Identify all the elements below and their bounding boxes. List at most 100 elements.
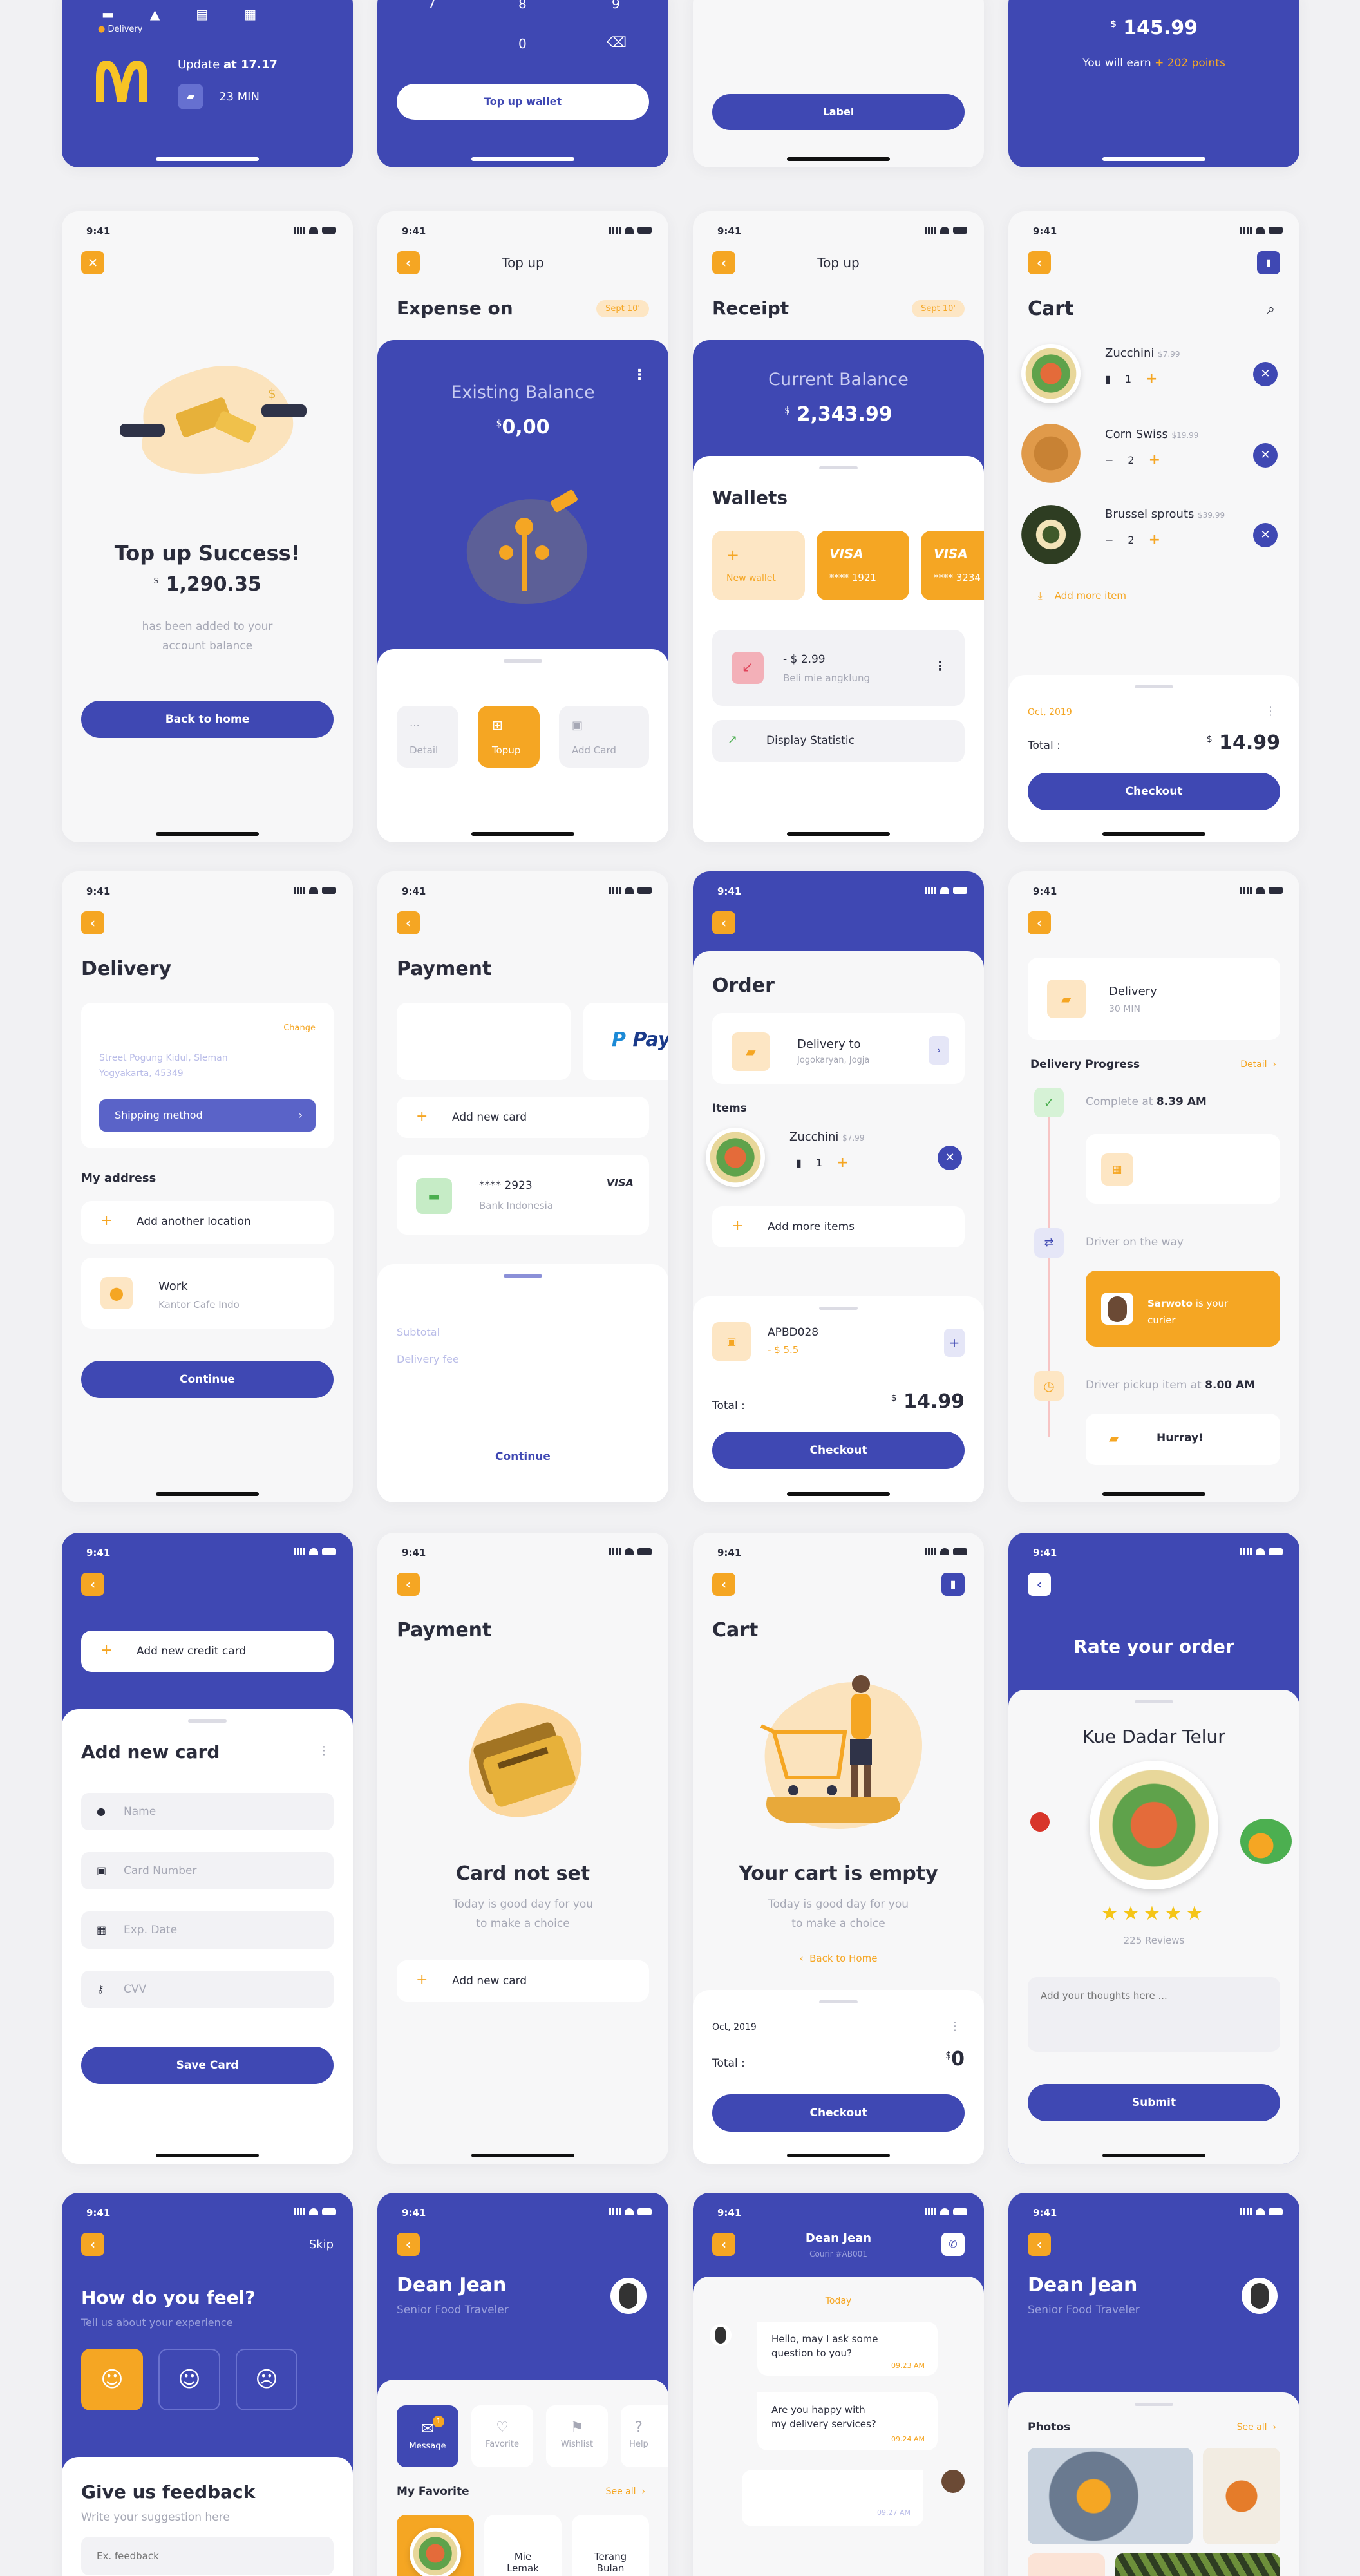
add-more-item-link[interactable]: ⤓ Add more item (1038, 590, 1126, 601)
topup-wallet-button[interactable]: Top up wallet (397, 84, 649, 120)
back-button[interactable]: ‹ (397, 1573, 420, 1596)
continue-button[interactable]: Continue (397, 1438, 649, 1475)
sad-face-button[interactable]: ☹ (236, 2349, 298, 2410)
backspace-icon[interactable]: ⌫ (607, 35, 627, 51)
back-home-button[interactable]: Back to home (81, 701, 334, 738)
avatar[interactable] (1242, 2278, 1278, 2314)
back-button[interactable]: ‹ (81, 911, 104, 934)
sheet-handle[interactable] (504, 659, 542, 663)
transaction-item[interactable]: ↙ - $ 2.99 Beli mie angklung ⋮ (712, 630, 965, 706)
ship-icon[interactable]: ▲ (150, 6, 160, 22)
sheet-handle[interactable] (504, 1274, 542, 1278)
photo-1[interactable] (1028, 2448, 1193, 2544)
qty-stepper[interactable]: ▮ 1 + (796, 1155, 848, 1171)
wallet-card-1921[interactable]: VISA **** 1921 (817, 531, 909, 600)
action-detail[interactable]: ⋯ Detail (397, 706, 458, 768)
remove-button[interactable]: ✕ (1253, 443, 1278, 468)
see-all-link[interactable]: See all › (606, 2486, 645, 2497)
phone-icon[interactable]: ✆ (941, 2233, 965, 2256)
back-button[interactable]: ‹ (1028, 251, 1051, 274)
more-icon[interactable]: ⋮ (634, 1294, 645, 1307)
add-more-items-button[interactable]: + Add more items (712, 1206, 965, 1247)
add-credit-card-button[interactable]: + Add new credit card (81, 1631, 334, 1672)
sheet-handle[interactable] (188, 1719, 227, 1723)
wallet-card-3234[interactable]: VISA **** 3234 (921, 531, 984, 600)
checkout-button[interactable]: Checkout (1028, 773, 1280, 810)
checkout-button[interactable]: Checkout (712, 2094, 965, 2132)
avatar[interactable] (610, 2278, 647, 2314)
back-button[interactable]: ‹ (1028, 2233, 1051, 2256)
exp-date-field[interactable]: ▦ Exp. Date (81, 1911, 334, 1949)
add-card-button[interactable]: + Add new card (397, 1960, 649, 2002)
trash-icon[interactable]: ▮ (1105, 373, 1111, 385)
bank-card[interactable]: ▬ **** 2923 Bank Indonesia VISA (397, 1155, 649, 1235)
back-button[interactable]: ‹ (712, 911, 735, 934)
detail-link[interactable]: Detail › (1240, 1059, 1276, 1070)
back-button[interactable]: ‹ (397, 2233, 420, 2256)
credit-card-2203[interactable]: **** **** 2203 09 / 20 VISA (397, 1003, 571, 1080)
clipboard-icon[interactable]: ▦ (244, 6, 256, 22)
card-number-field[interactable]: ▣ Card Number (81, 1852, 334, 1889)
sheet-handle[interactable] (1135, 1700, 1173, 1703)
minus-icon[interactable]: − (1105, 534, 1113, 546)
save-card-button[interactable]: Save Card (81, 2047, 334, 2084)
search-icon[interactable]: ⌕ (1267, 301, 1275, 317)
name-field[interactable]: ● Name (81, 1793, 334, 1830)
minus-icon[interactable]: − (1105, 454, 1113, 466)
favorite-terang-bulan[interactable]: Terang Bulan (572, 2515, 649, 2576)
back-button[interactable]: ‹ (1028, 1573, 1051, 1596)
key-9[interactable]: 9 (612, 0, 620, 12)
qty-stepper[interactable]: − 2 + (1105, 452, 1160, 468)
add-location-button[interactable]: + Add another location (81, 1201, 334, 1244)
remove-button[interactable]: ✕ (1253, 362, 1278, 386)
submit-button[interactable]: Submit (1028, 2084, 1280, 2121)
continue-button[interactable]: Continue (81, 1361, 334, 1398)
more-icon[interactable]: ⋮ (318, 1744, 330, 1757)
cvv-field[interactable]: ⚷ CVV (81, 1971, 334, 2008)
truck-icon[interactable]: ▬ (102, 6, 114, 22)
sheet-handle[interactable] (819, 2000, 858, 2003)
back-button[interactable]: ‹ (81, 1573, 104, 1596)
star-icon[interactable]: ★ (1164, 1902, 1185, 1925)
tab-favorite[interactable]: ♡ Favorite (471, 2405, 533, 2467)
new-wallet-card[interactable]: + New wallet (712, 531, 805, 600)
more-icon[interactable]: ⋮ (1265, 705, 1276, 718)
back-button[interactable]: ‹ (81, 2233, 104, 2256)
star-icon[interactable]: ★ (1101, 1902, 1122, 1925)
see-all-link[interactable]: See all › (1237, 2422, 1276, 2432)
review-input[interactable] (1028, 1977, 1280, 2052)
plus-icon[interactable]: + (944, 1329, 965, 1357)
checkout-button[interactable]: Checkout (712, 1432, 965, 1469)
plus-icon[interactable]: + (1149, 532, 1160, 548)
add-card-button[interactable]: + Add new card (397, 1097, 649, 1138)
qty-stepper[interactable]: ▮ 1 + (1105, 371, 1157, 387)
happy-face-button[interactable]: ☺ (81, 2349, 143, 2410)
action-add-card[interactable]: ▣ Add Card (559, 706, 649, 768)
close-button[interactable]: ✕ (81, 251, 104, 274)
more-icon[interactable]: ⋮ (632, 367, 647, 383)
box-icon[interactable]: ▤ (196, 6, 208, 22)
change-link[interactable]: Change (283, 1023, 316, 1033)
photo-2[interactable] (1203, 2448, 1280, 2544)
feedback-input[interactable] (81, 2537, 334, 2575)
key-0[interactable]: 0 (518, 36, 527, 52)
sheet-handle[interactable] (1135, 2403, 1173, 2406)
star-icon[interactable]: ★ (1144, 1902, 1165, 1925)
plus-icon[interactable]: + (1146, 371, 1157, 387)
star-icon[interactable]: ★ (1122, 1902, 1144, 1925)
action-topup[interactable]: ⊞ Topup (478, 706, 540, 768)
tab-delivery[interactable]: ● Delivery (98, 24, 142, 34)
sheet-handle[interactable] (1135, 685, 1173, 688)
skip-link[interactable]: Skip (309, 2238, 334, 2251)
more-icon[interactable]: ⋮ (949, 2020, 961, 2033)
back-to-home-link[interactable]: ‹ Back to Home (693, 1953, 984, 1964)
plus-icon[interactable]: + (1149, 452, 1160, 468)
paypal-card[interactable]: P Pay (583, 1003, 668, 1080)
photo-3[interactable] (1028, 2553, 1105, 2576)
tab-message[interactable]: ✉ Message 1 (397, 2405, 458, 2467)
key-8[interactable]: 8 (518, 0, 527, 12)
tab-wishlist[interactable]: ⚑ Wishlist (546, 2405, 608, 2467)
sheet-handle[interactable] (819, 1307, 858, 1310)
work-address-card[interactable]: ⬤ Work Kantor Cafe Indo (81, 1258, 334, 1329)
trash-icon[interactable]: ▮ (1257, 251, 1280, 274)
